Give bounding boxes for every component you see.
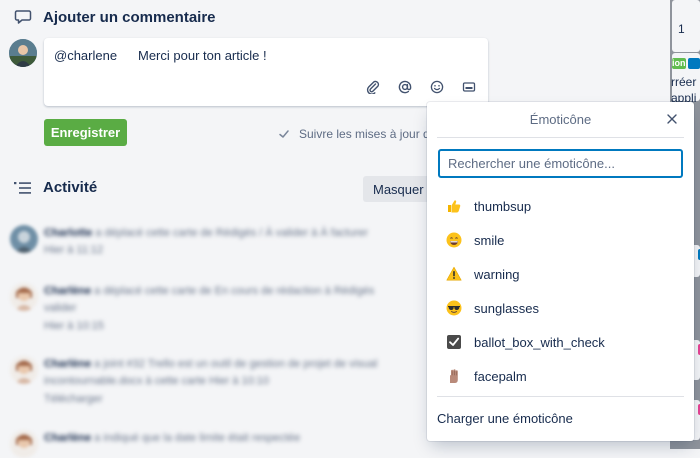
emoji-popover: Émoticône thumbsup smile warning: [427, 102, 694, 441]
board-card-title: rréer: [671, 75, 697, 89]
smile-icon: [446, 232, 462, 248]
user-avatar-icon: [10, 356, 38, 384]
activity-text: Charlène a déplacé cette carte de En cou…: [44, 285, 375, 297]
comment-mention: @charlene: [54, 48, 118, 63]
activity-timestamp: Hier à 10:15: [44, 320, 104, 332]
paperclip-icon: [366, 80, 380, 94]
emoji-search-input[interactable]: [438, 149, 683, 178]
avatar[interactable]: [9, 39, 37, 67]
emoji-option-facepalm[interactable]: facepalm: [437, 359, 684, 393]
emoji-name: ballot_box_with_check: [474, 334, 605, 350]
follow-updates-label: Suivre les mises à jour de: [299, 127, 437, 141]
comment-text: Merci pour ton article !: [138, 48, 267, 63]
emoji-option-ballot-box-with-check[interactable]: ballot_box_with_check: [437, 325, 684, 359]
check-icon: [279, 130, 289, 138]
avatar[interactable]: [10, 225, 38, 253]
ballot-box-with-check-icon: [446, 334, 462, 350]
upload-emoji-button[interactable]: Charger une émoticône: [437, 411, 573, 426]
comment-icon: [14, 10, 32, 24]
sunglasses-icon: [446, 300, 462, 316]
divider: [437, 137, 684, 138]
emoji-option-thumbsup[interactable]: thumbsup: [437, 189, 684, 223]
emoji-option-sunglasses[interactable]: sunglasses: [437, 291, 684, 325]
comment-input[interactable]: @charlene Merci pour ton article !: [44, 38, 488, 106]
thumbsup-icon: [446, 198, 462, 214]
popover-title: Émoticône: [529, 112, 592, 127]
close-button[interactable]: [664, 111, 680, 127]
at-sign-icon: [398, 80, 412, 94]
activity-list-icon: [14, 181, 31, 194]
user-avatar-icon: [10, 430, 38, 458]
activity-text: Charlotte a déplacé cette carte de Rédig…: [44, 227, 369, 239]
follow-updates-checkbox[interactable]: Suivre les mises à jour de: [277, 127, 436, 141]
activity-text-continued: incontournable.docx à cette carte Hier à…: [44, 375, 270, 387]
card-icon: [462, 82, 476, 92]
card-button[interactable]: [460, 78, 478, 96]
emoji-name: sunglasses: [474, 300, 540, 316]
attachment-button[interactable]: [364, 78, 382, 96]
mention-button[interactable]: [396, 78, 414, 96]
board-card-label: ion: [672, 58, 686, 69]
emoji-option-smile[interactable]: smile: [437, 223, 684, 257]
user-avatar-icon: [10, 225, 38, 253]
warning-icon: [446, 266, 462, 282]
close-icon: [667, 114, 677, 124]
emoji-name: thumbsup: [474, 198, 532, 214]
board-card[interactable]: 1: [672, 0, 700, 52]
hide-details-label: Masquer l: [373, 181, 431, 197]
board-card-label: [688, 58, 700, 69]
emoji-list: thumbsup smile warning sunglasses ballot…: [437, 189, 684, 393]
activity-section-header: Activité: [13, 179, 97, 196]
save-button[interactable]: Enregistrer: [44, 119, 127, 146]
avatar[interactable]: [10, 283, 38, 311]
activity-text: Charlène a indiqué que la date limite ét…: [44, 432, 301, 444]
emoji-name: facepalm: [474, 368, 527, 384]
emoji-name: smile: [474, 232, 505, 248]
emoji-option-warning[interactable]: warning: [437, 257, 684, 291]
facepalm-icon: [446, 368, 462, 384]
emoji-button[interactable]: [428, 78, 446, 96]
activity-section-title: Activité: [43, 179, 98, 196]
avatar[interactable]: [10, 356, 38, 384]
activity-timestamp: Hier à 11:12: [44, 244, 104, 256]
divider: [437, 396, 684, 397]
activity-text-continued: valider: [44, 302, 77, 314]
activity-text: Charlène a joint #32 Trello est un outil…: [44, 358, 378, 370]
board-card[interactable]: ion rréer appli: [671, 53, 700, 105]
user-avatar-icon: [9, 39, 37, 67]
user-avatar-icon: [10, 283, 38, 311]
activity-link[interactable]: Télécharger: [44, 393, 103, 405]
comment-toolbar: [364, 78, 478, 96]
board-card-count: 1: [678, 22, 685, 36]
emoji-name: warning: [474, 266, 520, 282]
comment-section-header: Ajouter un commentaire: [14, 8, 216, 26]
comment-section-title: Ajouter un commentaire: [43, 8, 216, 26]
smiley-icon: [430, 80, 444, 94]
avatar[interactable]: [10, 430, 38, 458]
